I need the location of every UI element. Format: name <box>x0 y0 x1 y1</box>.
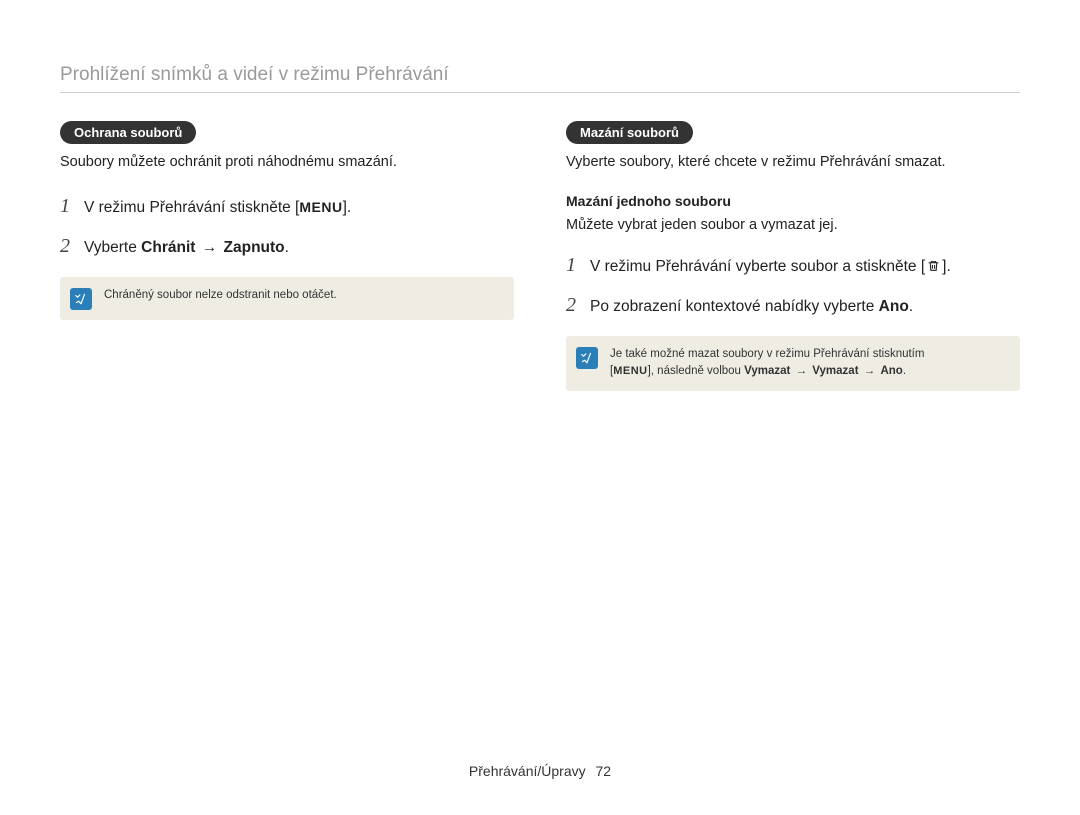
step-post: . <box>909 298 913 315</box>
step-text: Vyberte Chránit → Zapnuto. <box>84 236 289 259</box>
delete-note: Je také možné mazat soubory v režimu Pře… <box>566 336 1020 391</box>
protect-step-1: 1 V režimu Přehrávání stiskněte [MENU]. <box>60 191 514 221</box>
note-end: . <box>903 365 906 377</box>
step-post: ]. <box>343 199 352 216</box>
protect-step-2: 2 Vyberte Chránit → Zapnuto. <box>60 231 514 261</box>
delete-step-2: 2 Po zobrazení kontextové nabídky vybert… <box>566 290 1020 320</box>
section-pill-delete: Mazání souborů <box>566 121 693 144</box>
note-bold-3: Ano <box>880 365 902 377</box>
section-pill-protect: Ochrana souborů <box>60 121 196 144</box>
right-column: Mazání souborů Vyberte soubory, které ch… <box>566 121 1020 391</box>
protect-note: Chráněný soubor nelze odstranit nebo otá… <box>60 277 514 320</box>
step-text: V režimu Přehrávání vyberte soubor a sti… <box>590 255 951 278</box>
step-number: 1 <box>60 191 74 221</box>
page-footer: Přehrávání/Úpravy 72 <box>0 763 1080 779</box>
delete-intro: Vyberte soubory, které chcete v režimu P… <box>566 152 1020 173</box>
delete-step-1: 1 V režimu Přehrávání vyberte soubor a s… <box>566 250 1020 280</box>
note-mid: ], následně volbou <box>648 365 745 377</box>
note-icon <box>70 288 92 310</box>
menu-icon: MENU <box>299 199 342 215</box>
step-text: V režimu Přehrávání stiskněte [MENU]. <box>84 196 351 219</box>
footer-section: Přehrávání/Úpravy <box>469 763 586 779</box>
step-post: . <box>285 239 289 256</box>
step-number: 2 <box>566 290 580 320</box>
protect-intro: Soubory můžete ochránit proti náhodnému … <box>60 152 514 173</box>
footer-page-number: 72 <box>596 763 612 779</box>
step-bold-1: Ano <box>879 298 909 315</box>
note-bold-2: Vymazat <box>812 365 858 377</box>
arrow-icon: → <box>200 236 220 259</box>
delete-sub-intro: Můžete vybrat jeden soubor a vymazat jej… <box>566 215 1020 236</box>
page-title: Prohlížení snímků a videí v režimu Přehr… <box>60 64 1020 93</box>
note-line-1: Je také možné mazat soubory v režimu Pře… <box>610 348 924 360</box>
arrow-icon: → <box>862 363 878 380</box>
note-text: Chráněný soubor nelze odstranit nebo otá… <box>104 287 337 304</box>
step-post: ]. <box>942 258 951 275</box>
note-bold-1: Vymazat <box>744 365 790 377</box>
step-number: 2 <box>60 231 74 261</box>
left-column: Ochrana souborů Soubory můžete ochránit … <box>60 121 514 391</box>
step-number: 1 <box>566 250 580 280</box>
protect-steps: 1 V režimu Přehrávání stiskněte [MENU]. … <box>60 191 514 261</box>
step-pre: Po zobrazení kontextové nabídky vyberte <box>590 298 879 315</box>
delete-steps: 1 V režimu Přehrávání vyberte soubor a s… <box>566 250 1020 320</box>
delete-subheading: Mazání jednoho souboru <box>566 193 1020 209</box>
step-bold-1: Chránit <box>141 239 195 256</box>
arrow-icon: → <box>794 363 810 380</box>
step-text: Po zobrazení kontextové nabídky vyberte … <box>590 295 913 318</box>
content-columns: Ochrana souborů Soubory můžete ochránit … <box>60 121 1020 391</box>
step-pre: V režimu Přehrávání vyberte soubor a sti… <box>590 258 925 275</box>
trash-icon <box>927 259 940 273</box>
note-text: Je také možné mazat soubory v režimu Pře… <box>610 346 924 381</box>
menu-icon: MENU <box>613 365 647 377</box>
step-bold-2: Zapnuto <box>224 239 285 256</box>
step-pre: V režimu Přehrávání stiskněte [ <box>84 199 299 216</box>
step-pre: Vyberte <box>84 239 141 256</box>
note-icon <box>576 347 598 369</box>
